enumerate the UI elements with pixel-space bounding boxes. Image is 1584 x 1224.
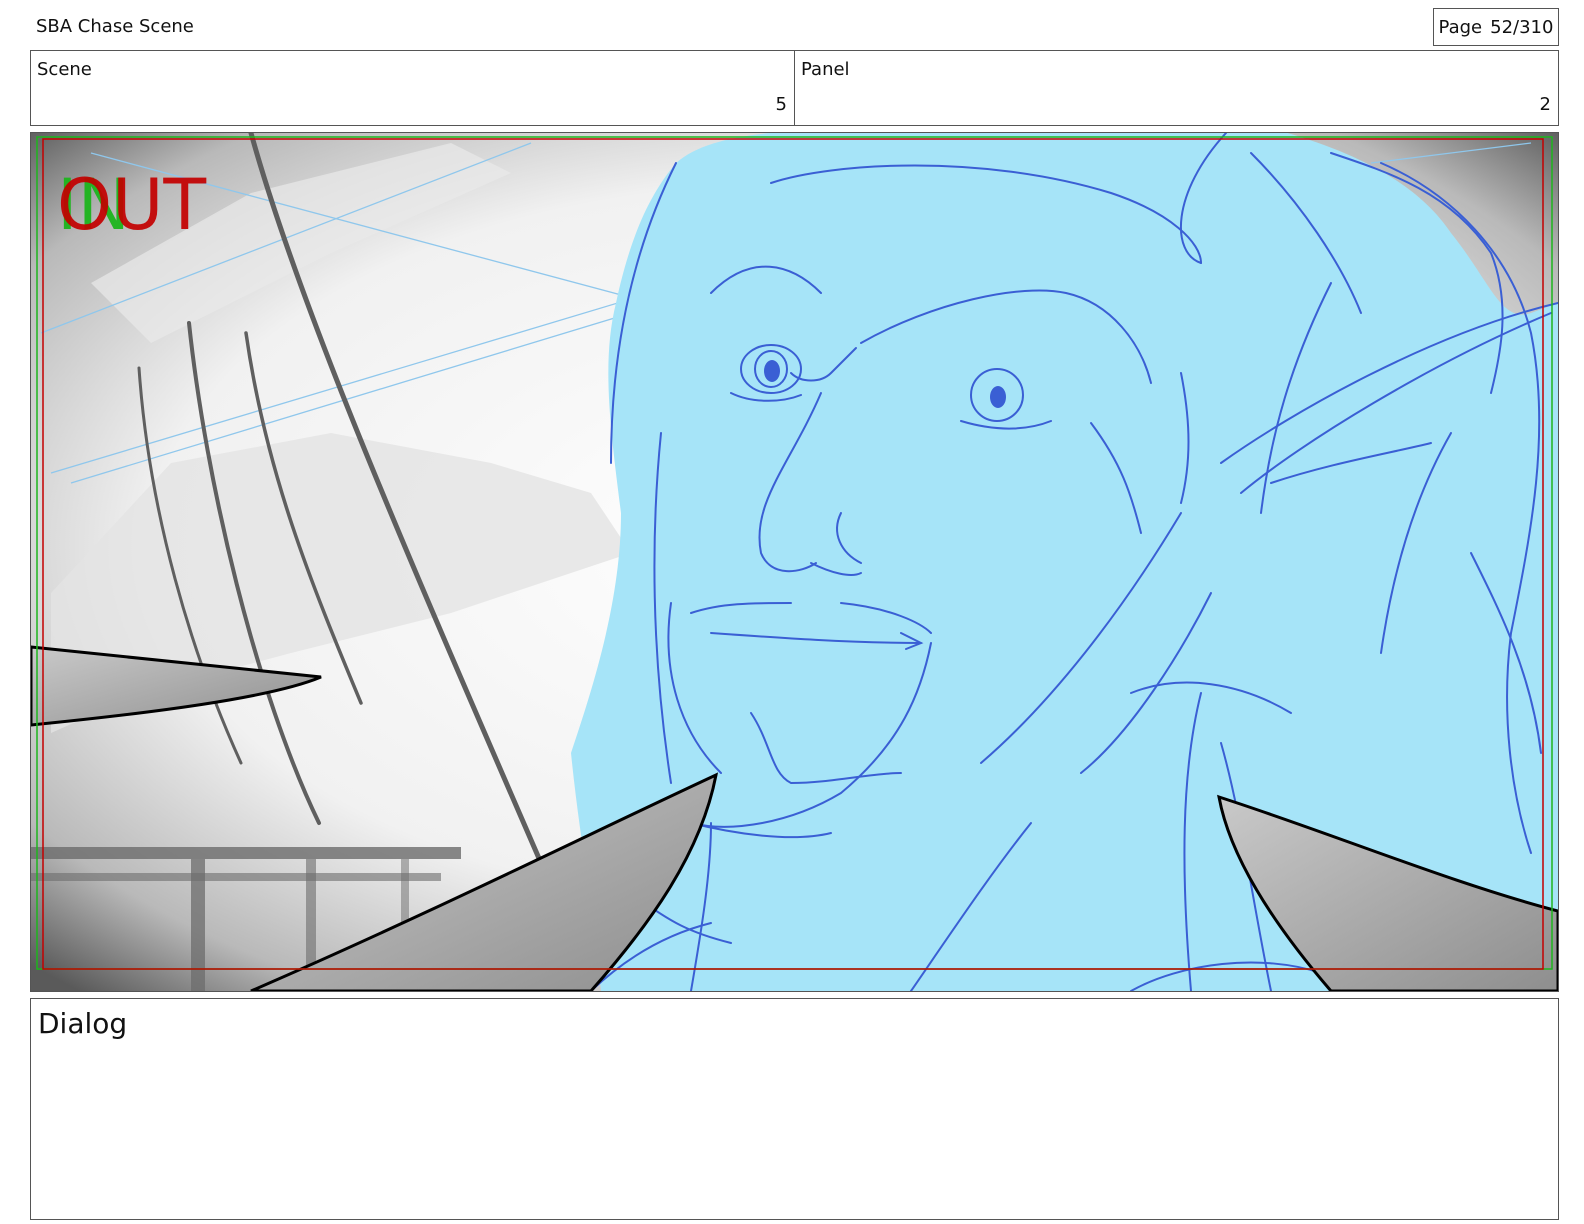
scene-panel-info-row: Scene 5 Panel 2 bbox=[30, 50, 1559, 126]
marker-out: OUT bbox=[57, 164, 206, 246]
storyboard-panel-frame: IN OUT bbox=[30, 132, 1559, 992]
page-number: 52/310 bbox=[1490, 16, 1554, 38]
scene-cell: Scene 5 bbox=[31, 51, 794, 125]
right-pupil bbox=[990, 386, 1006, 408]
page-indicator: Page 52/310 bbox=[1433, 8, 1559, 46]
panel-number: 2 bbox=[1539, 94, 1551, 115]
panel-label: Panel bbox=[801, 59, 850, 80]
character-silhouette bbox=[571, 133, 1558, 991]
scene-label: Scene bbox=[37, 59, 92, 80]
left-pupil bbox=[764, 360, 780, 382]
project-title: SBA Chase Scene bbox=[36, 16, 194, 37]
page-label: Page bbox=[1438, 16, 1483, 38]
dialog-label: Dialog bbox=[38, 1007, 128, 1040]
dialog-box: Dialog bbox=[30, 998, 1559, 1220]
panel-cell: Panel 2 bbox=[794, 51, 1558, 125]
scene-number: 5 bbox=[775, 94, 787, 115]
storyboard-sketch: IN OUT bbox=[31, 133, 1558, 991]
